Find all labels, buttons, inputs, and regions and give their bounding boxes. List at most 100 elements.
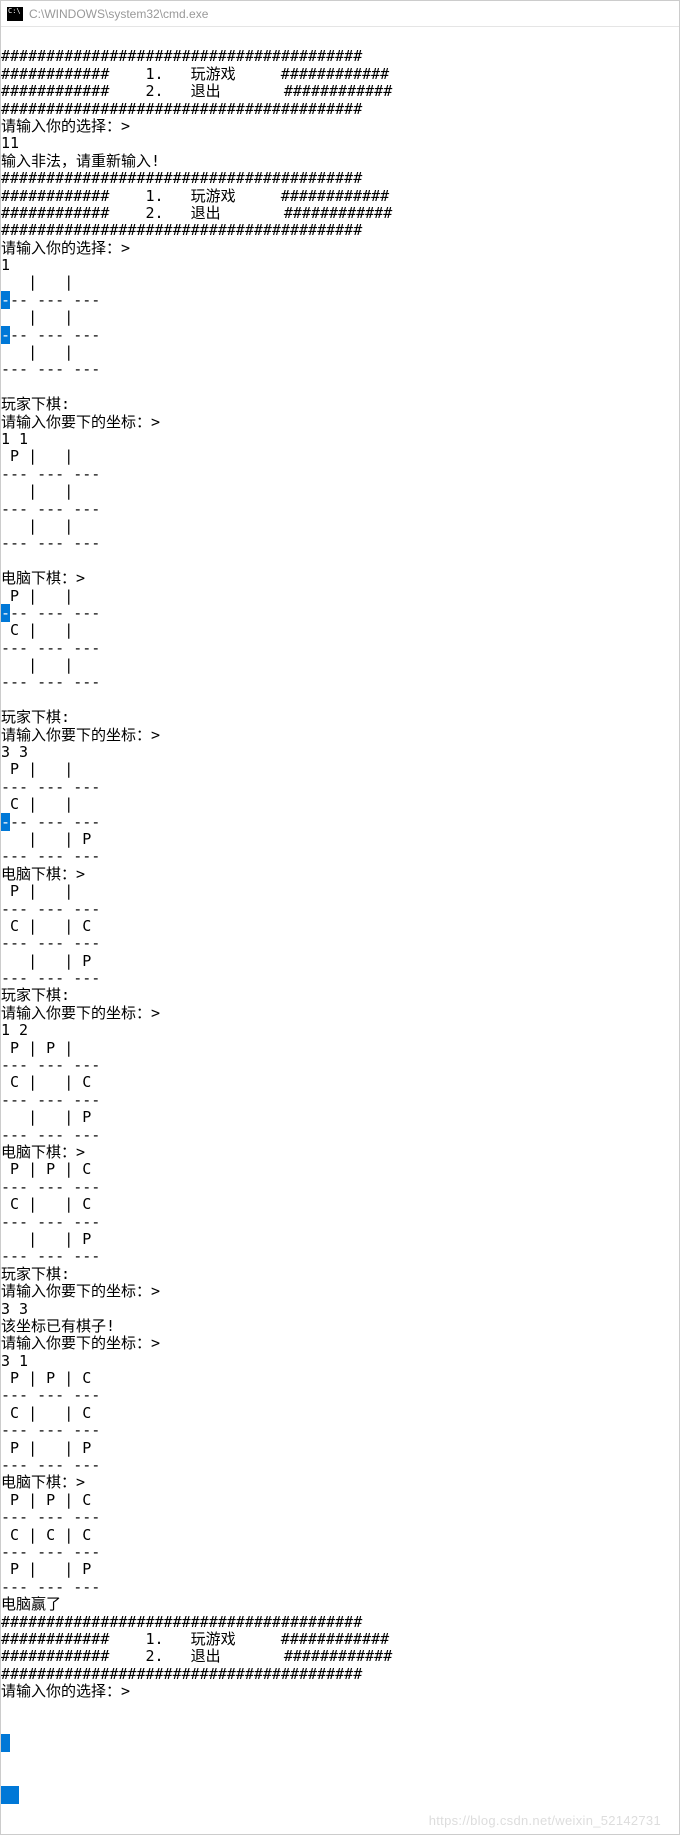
board-row: C | | C <box>1 1404 100 1422</box>
caret-icon: > <box>121 1682 130 1700</box>
board-sep: --- --- --- <box>1 360 100 378</box>
board-row: | | P <box>1 830 100 848</box>
board-sep: - <box>1 813 10 831</box>
prompt-player: 玩家下棋: <box>1 395 70 413</box>
prompt-player: 玩家下棋: <box>1 708 70 726</box>
prompt-choose: 请输入你的选择： <box>1 1682 121 1700</box>
board-row: C | | C <box>1 1195 100 1213</box>
msg-occupied: 该坐标已有棋子! <box>1 1317 115 1335</box>
prompt-cpu: 电脑下棋： <box>1 865 76 883</box>
selection-block <box>1 1734 10 1752</box>
board-row: C | | <box>1 621 100 639</box>
menu-border: ######################################## <box>1 47 362 65</box>
input-coord: 3 3 <box>1 743 28 761</box>
input-coord: 3 1 <box>1 1352 28 1370</box>
prompt-cpu: 电脑下棋： <box>1 1143 76 1161</box>
board-row: P | P | C <box>1 1491 100 1509</box>
board-sep: - <box>1 604 10 622</box>
menu-exit: ############ 2. 退出 ############ <box>1 204 392 222</box>
board-sep: --- --- --- <box>1 778 100 796</box>
caret-icon: > <box>151 1004 160 1022</box>
board-sep: --- --- --- <box>1 934 100 952</box>
caret-icon: > <box>76 1473 85 1491</box>
board-row: | | <box>1 273 100 291</box>
board-sep: --- --- --- <box>1 534 100 552</box>
board-row: P | | <box>1 447 100 465</box>
menu-border: ######################################## <box>1 1665 362 1683</box>
menu-exit: ############ 2. 退出 ############ <box>1 82 392 100</box>
board-sep: --- --- --- <box>1 639 100 657</box>
caret-icon: > <box>76 1143 85 1161</box>
board-row: P | | P <box>1 1439 100 1457</box>
input-choice: 1 <box>1 256 10 274</box>
prompt-cpu: 电脑下棋： <box>1 569 76 587</box>
board-row: C | | <box>1 795 100 813</box>
board-row: | | <box>1 343 100 361</box>
board-row: C | | C <box>1 917 100 935</box>
board-sep: --- --- --- <box>1 673 100 691</box>
board-sep: --- --- --- <box>1 969 100 987</box>
board-row: | | P <box>1 1108 100 1126</box>
board-sep: --- --- --- <box>1 1178 100 1196</box>
board-sep: --- --- --- <box>1 1578 100 1596</box>
menu-border: ######################################## <box>1 1613 362 1631</box>
board-sep: --- --- --- <box>1 1508 100 1526</box>
board-row: P | | P <box>1 1560 100 1578</box>
board-sep-rest: -- --- --- <box>10 604 100 622</box>
prompt-choose: 请输入你的选择： <box>1 239 121 257</box>
board-row: C | C | C <box>1 1526 100 1544</box>
board-sep: --- --- --- <box>1 1091 100 1109</box>
board-row: | | <box>1 482 100 500</box>
input-coord: 1 1 <box>1 430 28 448</box>
board-sep-rest: -- --- --- <box>10 326 100 344</box>
caret-icon: > <box>151 726 160 744</box>
caret-icon: > <box>121 239 130 257</box>
msg-invalid: 输入非法，请重新输入! <box>1 152 160 170</box>
cmd-icon <box>7 7 23 21</box>
menu-border: ######################################## <box>1 221 362 239</box>
board-row: P | P | C <box>1 1160 100 1178</box>
board-sep: --- --- --- <box>1 1247 100 1265</box>
board-row: C | | C <box>1 1073 100 1091</box>
msg-cpu-win: 电脑赢了 <box>1 1595 61 1613</box>
board-sep: --- --- --- <box>1 1386 100 1404</box>
watermark: https://blog.csdn.net/weixin_52142731 <box>429 1813 661 1828</box>
board-sep: --- --- --- <box>1 1543 100 1561</box>
board-sep: --- --- --- <box>1 900 100 918</box>
cmd-window: C:\WINDOWS\system32\cmd.exe ############… <box>0 0 680 1835</box>
caret-icon: > <box>76 865 85 883</box>
board-sep: --- --- --- <box>1 1213 100 1231</box>
caret-icon: > <box>151 1334 160 1352</box>
console-output[interactable]: ########################################… <box>1 27 679 1834</box>
titlebar[interactable]: C:\WINDOWS\system32\cmd.exe <box>1 1 679 27</box>
board-row: | | <box>1 656 100 674</box>
board-sep-rest: -- --- --- <box>10 291 100 309</box>
board-sep: --- --- --- <box>1 1421 100 1439</box>
prompt-player: 玩家下棋: <box>1 1265 70 1283</box>
input-coord: 3 3 <box>1 1300 28 1318</box>
menu-play: ############ 1. 玩游戏 ############ <box>1 65 389 83</box>
menu-play: ############ 1. 玩游戏 ############ <box>1 187 389 205</box>
board-row: | | <box>1 517 100 535</box>
board-row: | | P <box>1 1230 100 1248</box>
caret-icon: > <box>76 569 85 587</box>
board-sep: --- --- --- <box>1 1456 100 1474</box>
board-sep: --- --- --- <box>1 1056 100 1074</box>
board-sep-rest: -- --- --- <box>10 813 100 831</box>
prompt-player: 玩家下棋: <box>1 986 70 1004</box>
board-sep: - <box>1 291 10 309</box>
board-sep: --- --- --- <box>1 847 100 865</box>
prompt-coord: 请输入你要下的坐标： <box>1 1282 151 1300</box>
board-row: P | | <box>1 587 100 605</box>
input-choice: 11 <box>1 134 19 152</box>
board-row: | | P <box>1 952 100 970</box>
window-title: C:\WINDOWS\system32\cmd.exe <box>29 7 208 21</box>
prompt-cpu: 电脑下棋： <box>1 1473 76 1491</box>
menu-border: ######################################## <box>1 100 362 118</box>
menu-border: ######################################## <box>1 169 362 187</box>
prompt-coord: 请输入你要下的坐标： <box>1 726 151 744</box>
board-row: P | | <box>1 760 100 778</box>
prompt-coord: 请输入你要下的坐标： <box>1 1334 151 1352</box>
prompt-coord: 请输入你要下的坐标： <box>1 413 151 431</box>
caret-icon: > <box>121 117 130 135</box>
